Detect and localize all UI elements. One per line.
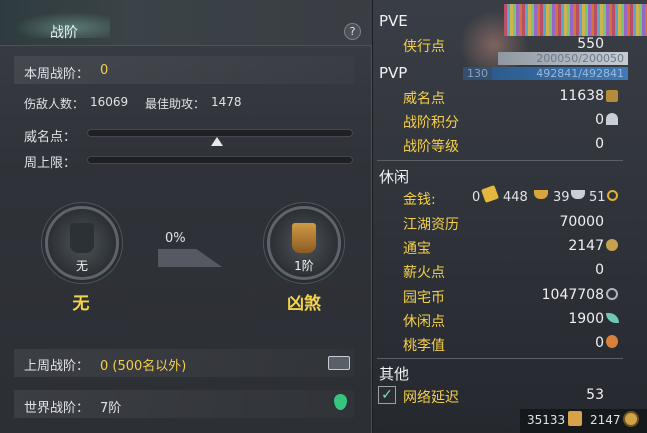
banner-icon (70, 223, 94, 253)
latency-label: 网络延迟 (403, 390, 459, 406)
prestige-icon (606, 90, 618, 102)
chivalry-value: 550 (577, 36, 604, 52)
world-rank-label: 世界战阶： (24, 401, 90, 416)
money-gold: 0 (472, 190, 481, 205)
other-header: 其他 (379, 365, 410, 383)
section-divider (377, 160, 623, 161)
weekly-cap-bar (87, 156, 353, 164)
next-rank-name: 凶煞 (287, 294, 321, 314)
chest-icon[interactable] (328, 356, 350, 370)
jianghu-label: 江湖资历 (403, 217, 459, 233)
latency-value: 53 (586, 387, 604, 403)
taoli-value: 0 (595, 335, 604, 351)
pve-bar: 200050/200050 (498, 52, 628, 65)
best-assist-value: 1478 (211, 95, 242, 109)
weekly-rank-value: 0 (100, 63, 109, 78)
pvp-header: PVP (379, 64, 408, 82)
rank-points-label: 战阶积分 (403, 115, 459, 131)
estate-value: 1047708 (541, 287, 604, 303)
rank-points-value: 0 (595, 112, 604, 128)
weekly-rank-label: 本周战阶： (24, 67, 90, 82)
peach-icon (606, 335, 618, 348)
last-week-label: 上周战阶： (24, 359, 90, 374)
pvp-level: 130 (463, 67, 492, 80)
leisure-header: 休闲 (379, 168, 410, 186)
rank-level-value: 0 (595, 136, 604, 152)
rank-panel: 战阶 ? 本周战阶： 0 伤敌人数： 16069 最佳助攻： 1478 威名点：… (0, 0, 372, 433)
gold-banner-icon (292, 223, 316, 253)
current-rank-level: 无 (75, 259, 88, 273)
rank-panel-header: 战阶 ? (0, 0, 372, 46)
kill-count-value: 16069 (90, 95, 129, 109)
help-button[interactable]: ? (344, 23, 361, 40)
rank-points-icon (606, 113, 618, 125)
section-divider-2 (377, 358, 623, 359)
prestige-label: 威名点： (24, 130, 77, 145)
next-rank-emblem: 1阶 (267, 206, 341, 280)
money-label: 金钱: (403, 192, 436, 208)
coin-icon[interactable] (623, 411, 639, 427)
leisure-points-label: 休闲点 (403, 314, 445, 330)
firewood-label: 薪火点 (403, 265, 445, 281)
current-rank-name: 无 (72, 294, 90, 314)
money-silver: 39 (553, 190, 570, 205)
world-rank-value: 7阶 (100, 401, 122, 416)
prestige-marker (211, 137, 224, 146)
tongbao-coin-icon (606, 239, 618, 251)
panel-title: 战阶 (50, 25, 78, 41)
money-copper: 51 (589, 190, 606, 205)
character-icon (568, 411, 582, 426)
rank-level-label: 战阶等级 (403, 139, 459, 155)
prestige-bar (87, 129, 353, 137)
progress-arrow-icon (158, 249, 222, 267)
prestige-points-label: 威名点 (403, 91, 445, 107)
progress-percent: 0% (165, 231, 186, 246)
next-rank-level: 1阶 (294, 259, 314, 273)
bottom-value-2: 2147 (590, 413, 621, 427)
copper-coin-icon (607, 190, 618, 201)
estate-label: 园宅币 (403, 290, 445, 306)
firewood-value: 0 (595, 262, 604, 278)
kill-count-label: 伤敌人数： (24, 97, 85, 111)
pvp-bar: 492841/492841 (492, 67, 628, 80)
pve-header: PVE (379, 12, 408, 30)
tongbao-label: 通宝 (403, 241, 431, 257)
jianghu-value: 70000 (559, 214, 604, 230)
chivalry-label: 侠行点 (403, 39, 445, 55)
leisure-points-value: 1900 (568, 311, 604, 327)
color-stripe-decoration (504, 4, 647, 36)
taoli-label: 桃李值 (403, 338, 445, 354)
money-silver-ingot: 448 (503, 190, 528, 205)
tongbao-value: 2147 (568, 238, 604, 254)
last-week-value: 0 (500名以外) (100, 359, 187, 374)
estate-coin-icon (606, 288, 618, 300)
weekly-cap-label: 周上限： (24, 156, 77, 171)
latency-checkbox[interactable]: ✓ (378, 386, 396, 404)
prestige-points-value: 11638 (559, 88, 604, 104)
current-rank-emblem: 无 (45, 206, 119, 280)
best-assist-label: 最佳助攻： (145, 97, 206, 111)
bottom-value-1: 35133 (527, 413, 566, 427)
